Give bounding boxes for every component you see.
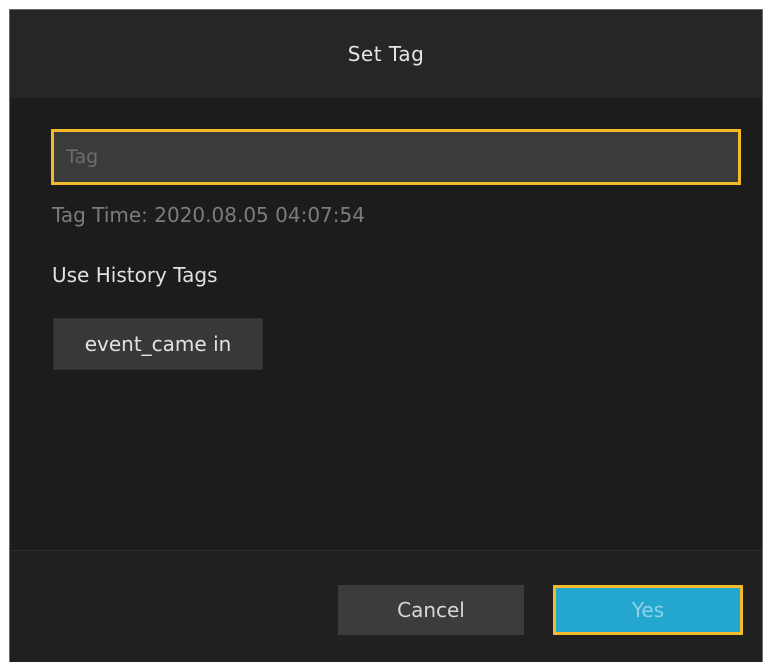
dialog-title: Set Tag <box>347 42 425 66</box>
history-tags-label: Use History Tags <box>52 263 218 287</box>
set-tag-dialog: Set Tag Tag Time: 2020.08.05 04:07:54 Us… <box>9 9 763 662</box>
history-tag-button[interactable]: event_came in <box>54 319 262 369</box>
yes-button[interactable]: Yes <box>553 585 743 635</box>
tag-input[interactable] <box>51 129 741 185</box>
tag-time-text: Tag Time: 2020.08.05 04:07:54 <box>52 203 365 227</box>
dialog-header: Set Tag <box>10 10 762 98</box>
cancel-button[interactable]: Cancel <box>338 585 524 635</box>
